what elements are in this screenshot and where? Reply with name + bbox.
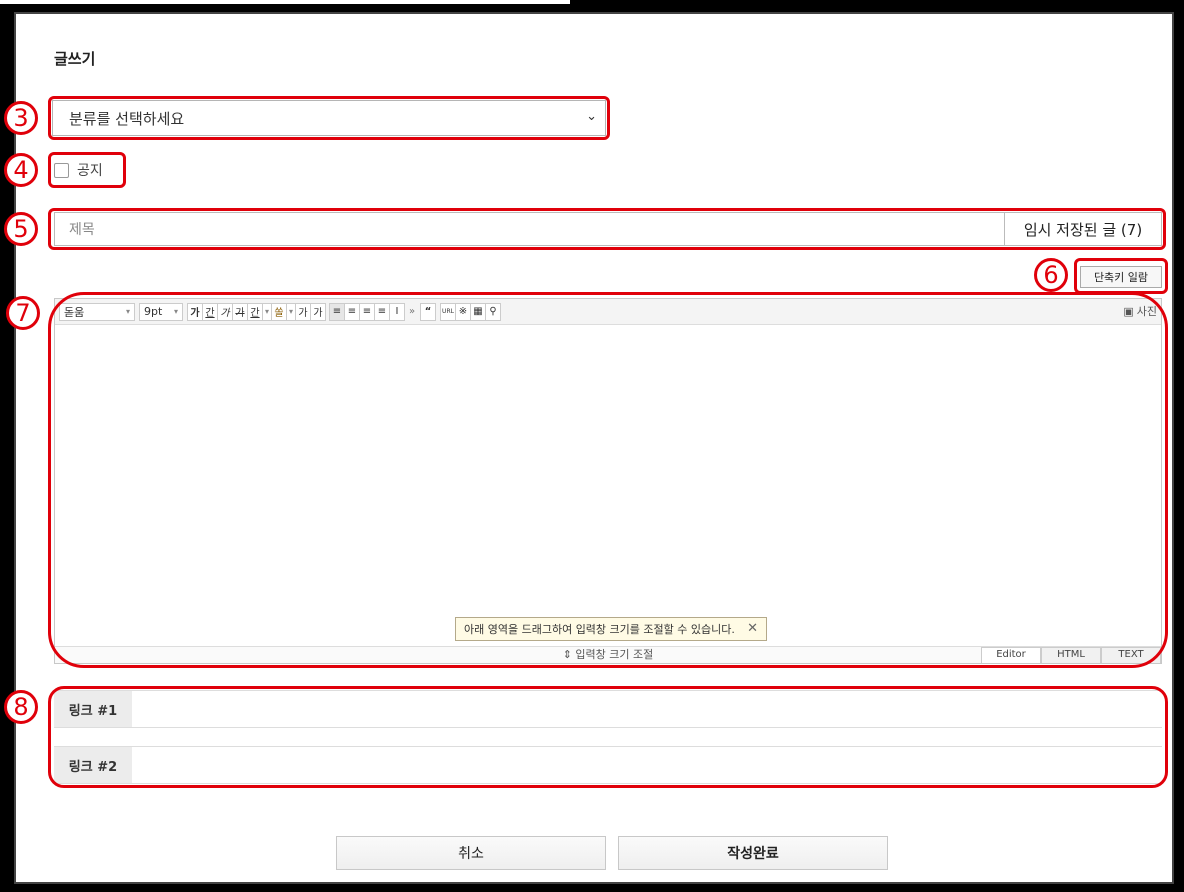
highlight-box-editor [48, 292, 1168, 668]
cancel-button[interactable]: 취소 [336, 836, 606, 870]
annotation-marker-3: 3 [4, 101, 38, 135]
page-title: 글쓰기 [54, 50, 96, 68]
highlight-box-notice [48, 152, 126, 188]
annotation-marker-7: 7 [6, 296, 40, 330]
annotation-marker-8: 8 [4, 690, 38, 724]
highlight-box-category [48, 96, 610, 140]
annotation-marker-6: 6 [1034, 258, 1068, 292]
write-form-page: 글쓰기 분류를 선택하세요 ⌄ 공지 제목 임시 저장된 글 (7) 단축키 일… [4, 12, 1174, 884]
submit-button[interactable]: 작성완료 [618, 836, 888, 870]
highlight-box-subject [48, 208, 1166, 250]
top-accent-bar [0, 0, 570, 4]
highlight-box-links [48, 686, 1168, 788]
highlight-box-shortcut [1074, 258, 1168, 294]
annotation-marker-5: 5 [4, 212, 38, 246]
annotation-marker-4: 4 [4, 153, 38, 187]
